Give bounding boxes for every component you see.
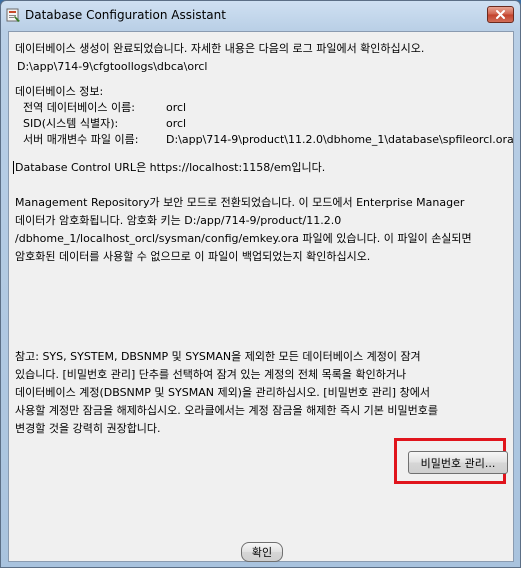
ok-button[interactable]: 확인 [241, 542, 283, 562]
repo-line-3: /dbhome_1/localhost_orcl/sysman/config/e… [15, 232, 472, 245]
dialog-content: 데이터베이스 생성이 완료되었습니다. 자세한 내용은 다음의 로그 파일에서 … [8, 31, 514, 562]
note-line-5: 변경할 것을 강력히 권장합니다. [15, 422, 161, 435]
close-button[interactable] [487, 6, 514, 23]
repo-line-4: 암호화된 데이터를 사용할 수 없으므로 이 파일이 백업되었는지 확인하십시오… [15, 250, 371, 263]
sid-label: SID(시스템 식별자): [23, 117, 119, 130]
note-line-4: 사용할 계정만 잠금을 해제하십시오. 오라클에서는 계정 잠금을 해제한 즉시… [15, 404, 439, 417]
spfile-label: 서버 매개변수 파일 이름: [23, 133, 139, 146]
password-management-button[interactable]: 비밀번호 관리... [408, 451, 508, 474]
completion-message: 데이터베이스 생성이 완료되었습니다. 자세한 내용은 다음의 로그 파일에서 … [15, 42, 425, 55]
note-line-2: 있습니다. [비밀번호 관리] 단추를 선택하여 잠겨 있는 계정의 전체 목록… [15, 368, 407, 381]
global-db-label: 전역 데이터베이스 이름: [23, 101, 135, 114]
note-line-1: 참고: SYS, SYSTEM, DBSNMP 및 SYSMAN을 제외한 모든… [15, 350, 421, 363]
dbca-window: Database Configuration Assistant 데이터베이스 … [0, 0, 521, 568]
sid-value: orcl [166, 117, 187, 130]
repo-line-2: 데이터가 암호화됩니다. 암호화 키는 D:/app/714-9/product… [15, 214, 342, 227]
global-db-value: orcl [166, 101, 187, 114]
title-bar[interactable]: Database Configuration Assistant [1, 1, 520, 31]
close-icon [496, 10, 505, 19]
log-path: D:\app\714-9\cfgtoollogs\dbca\orcl [17, 60, 208, 73]
dbcontrol-url-line: Database Control URL은 https://localhost:… [15, 161, 326, 174]
window-title: Database Configuration Assistant [25, 8, 226, 22]
dbca-app-icon [6, 8, 20, 22]
text-caret [13, 161, 14, 174]
db-info-heading: 데이터베이스 정보: [15, 85, 104, 98]
note-line-3: 데이터베이스 계정(DBSNMP 및 SYSMAN 제외)을 관리하십시오. [… [15, 386, 430, 399]
spfile-value: D:\app\714-9\product\11.2.0\dbhome_1\dat… [166, 133, 514, 146]
repo-line-1: Management Repository가 보안 모드로 전환되었습니다. 이… [15, 196, 465, 209]
